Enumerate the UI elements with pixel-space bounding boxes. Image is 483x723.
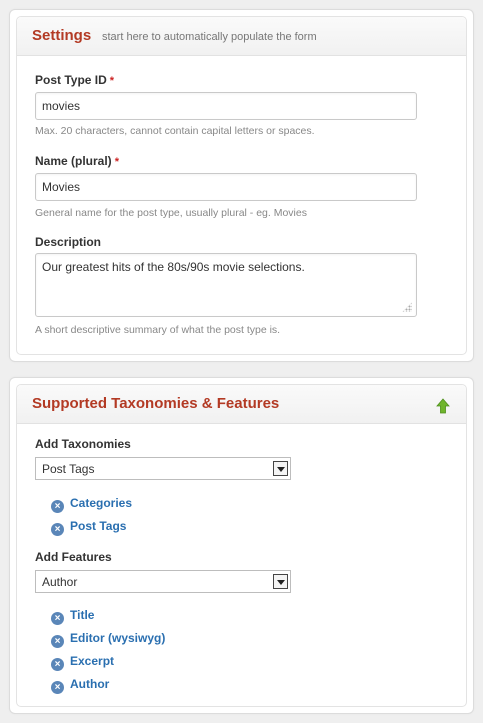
post-type-id-help: Max. 20 characters, cannot contain capit…	[35, 125, 315, 137]
settings-header: Settings start here to automatically pop…	[17, 17, 466, 56]
add-features-select[interactable]: Author	[35, 570, 291, 593]
feature-item-label[interactable]: Excerpt	[70, 654, 114, 668]
settings-title: Settings	[32, 27, 92, 44]
name-plural-input[interactable]: Movies	[35, 173, 417, 201]
feature-item: × Excerpt	[51, 654, 114, 671]
remove-icon[interactable]: ×	[51, 658, 64, 671]
feature-item: × Title	[51, 608, 94, 625]
taxonomies-features-title: Supported Taxonomies & Features	[32, 395, 280, 412]
feature-item-label[interactable]: Editor (wysiwyg)	[70, 631, 165, 645]
add-taxonomies-selected: Post Tags	[42, 462, 95, 476]
collapse-arrow-up-icon[interactable]	[436, 398, 450, 414]
add-features-label: Add Features	[35, 550, 112, 564]
taxonomy-item: × Categories	[51, 496, 132, 513]
post-type-id-label: Post Type ID *	[35, 73, 114, 87]
resize-handle-icon[interactable]	[402, 302, 412, 312]
taxonomy-item-label[interactable]: Post Tags	[70, 519, 126, 533]
description-help: A short descriptive summary of what the …	[35, 324, 281, 336]
description-textarea[interactable]: Our greatest hits of the 80s/90s movie s…	[35, 253, 417, 317]
feature-item: × Author	[51, 677, 109, 694]
taxonomies-features-inner: Supported Taxonomies & Features Add Taxo…	[16, 384, 467, 707]
description-text: Our greatest hits of the 80s/90s movie s…	[42, 260, 305, 274]
required-marker: *	[114, 156, 119, 168]
feature-item-label[interactable]: Author	[70, 677, 109, 691]
remove-icon[interactable]: ×	[51, 681, 64, 694]
remove-icon[interactable]: ×	[51, 612, 64, 625]
taxonomy-item: × Post Tags	[51, 519, 126, 536]
feature-item: × Editor (wysiwyg)	[51, 631, 165, 648]
feature-item-label[interactable]: Title	[70, 608, 94, 622]
taxonomy-item-label[interactable]: Categories	[70, 496, 132, 510]
settings-inner: Settings start here to automatically pop…	[16, 16, 467, 355]
add-taxonomies-label: Add Taxonomies	[35, 437, 131, 451]
taxonomies-features-header: Supported Taxonomies & Features	[17, 385, 466, 424]
post-type-id-input[interactable]: movies	[35, 92, 417, 120]
name-plural-label: Name (plural) *	[35, 154, 119, 168]
description-label: Description	[35, 235, 102, 249]
post-type-id-label-text: Post Type ID	[35, 73, 107, 87]
chevron-down-icon[interactable]	[273, 574, 288, 589]
remove-icon[interactable]: ×	[51, 635, 64, 648]
taxonomies-features-panel: Supported Taxonomies & Features Add Taxo…	[9, 377, 474, 714]
chevron-down-icon[interactable]	[273, 461, 288, 476]
required-marker: *	[109, 75, 115, 87]
add-taxonomies-select[interactable]: Post Tags	[35, 457, 291, 480]
settings-hint: start here to automatically populate the…	[102, 31, 317, 43]
remove-icon[interactable]: ×	[51, 523, 64, 536]
add-features-selected: Author	[42, 575, 78, 589]
name-plural-label-text: Name (plural)	[35, 154, 112, 168]
name-plural-help: General name for the post type, usually …	[35, 207, 307, 219]
settings-panel: Settings start here to automatically pop…	[9, 9, 474, 362]
remove-icon[interactable]: ×	[51, 500, 64, 513]
